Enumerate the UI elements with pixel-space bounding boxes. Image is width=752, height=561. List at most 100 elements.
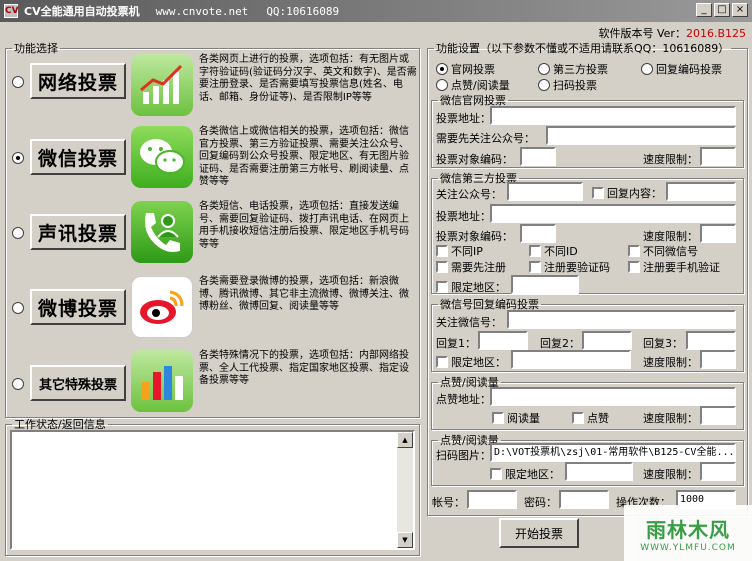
official-follow-input[interactable]: [546, 126, 736, 145]
reply-r1-input[interactable]: [478, 331, 528, 350]
like-checkbox[interactable]: [572, 412, 584, 424]
like-url-input[interactable]: [490, 387, 736, 406]
third-reply-checkbox[interactable]: [592, 187, 604, 199]
check-need-register-box[interactable]: [436, 261, 448, 273]
minimize-button[interactable]: _: [696, 3, 712, 17]
mode-scan-radio[interactable]: [538, 79, 550, 91]
official-code-label: 投票对象编码：: [436, 153, 513, 166]
check-register-phone[interactable]: 注册要手机验证: [628, 259, 720, 275]
third-region-checkbox[interactable]: [436, 281, 448, 293]
close-button[interactable]: ×: [732, 3, 748, 17]
radio-wechat[interactable]: [12, 152, 24, 164]
scroll-up-icon[interactable]: ▲: [397, 432, 413, 448]
third-reply-check[interactable]: 回复内容：: [592, 185, 662, 201]
mode-scan[interactable]: 扫码投票: [538, 77, 597, 93]
radio-weibo[interactable]: [12, 302, 24, 314]
weibo-vote-button[interactable]: 微博投票: [30, 289, 126, 325]
scan-region-checkbox[interactable]: [490, 468, 502, 480]
like-url-label: 点赞地址：: [436, 393, 491, 406]
third-reply-label: 回复内容：: [607, 187, 662, 200]
third-account-input[interactable]: [507, 182, 583, 201]
reply-r3-input[interactable]: [686, 331, 736, 350]
like-check[interactable]: 点赞: [572, 410, 609, 426]
radio-network[interactable]: [12, 76, 24, 88]
mode-third[interactable]: 第三方投票: [538, 61, 608, 77]
mode-scan-label: 扫码投票: [553, 79, 597, 92]
mode-like[interactable]: 点赞/阅读量: [436, 77, 510, 93]
sms-vote-button[interactable]: 声讯投票: [30, 214, 126, 250]
wechat-vote-desc: 各类微信上或微信相关的投票，选项包括：微信官方投票、第三方验证投票、需要关注公众…: [199, 126, 409, 187]
func-row-sms: 声讯投票 各类短信、电话投票，选项包括：直接发送编号、需要回复验证码、拨打声讯电…: [12, 201, 417, 263]
check-register-phone-label: 注册要手机验证: [643, 261, 720, 274]
check-diff-wechat-label: 不同微信号: [643, 245, 698, 258]
account-label: 帐号：: [432, 496, 465, 509]
check-diff-ip[interactable]: 不同IP: [436, 243, 483, 259]
check-register-phone-box[interactable]: [628, 261, 640, 273]
other-vote-button[interactable]: 其它特殊投票: [30, 365, 126, 401]
mode-official[interactable]: 官网投票: [436, 61, 495, 77]
check-diff-id[interactable]: 不同ID: [529, 243, 578, 259]
start-vote-button[interactable]: 开始投票: [499, 518, 579, 548]
reply-region-check[interactable]: 限定地区：: [436, 354, 506, 370]
scan-region-label: 限定地区：: [505, 468, 560, 481]
like-speed-input[interactable]: [700, 406, 736, 425]
scan-image-input[interactable]: D:\VOT投票机\zsj\01-常用软件\B125-CV全能...: [490, 443, 736, 462]
reply-follow-label: 关注微信号：: [436, 316, 502, 329]
status-textarea[interactable]: ▲ ▼: [10, 430, 415, 550]
read-label: 阅读量: [507, 412, 540, 425]
third-speed-label: 速度限制：: [643, 230, 698, 243]
mode-reply-radio[interactable]: [641, 63, 653, 75]
third-region-check[interactable]: 限定地区：: [436, 279, 506, 295]
third-region-input[interactable]: [511, 275, 579, 294]
check-need-register[interactable]: 需要先注册: [436, 259, 506, 275]
reply-region-checkbox[interactable]: [436, 356, 448, 368]
third-reply-input[interactable]: [666, 182, 736, 201]
title-site: www.cnvote.net: [155, 4, 249, 18]
third-region-label: 限定地区：: [451, 281, 506, 294]
read-checkbox[interactable]: [492, 412, 504, 424]
third-url-input[interactable]: [490, 204, 736, 223]
check-register-captcha-box[interactable]: [529, 261, 541, 273]
mode-official-radio[interactable]: [436, 63, 448, 75]
watermark-top: 雨林木风: [646, 517, 730, 542]
scan-speed-input[interactable]: [700, 462, 736, 481]
check-diff-ip-box[interactable]: [436, 245, 448, 257]
scroll-down-icon[interactable]: ▼: [397, 532, 413, 548]
func-row-wechat: 微信投票 各类微信上或微信相关的投票，选项包括：微信官方投票、第三方验证投票、需…: [12, 126, 417, 189]
check-diff-id-box[interactable]: [529, 245, 541, 257]
check-register-captcha[interactable]: 注册要验证码: [529, 259, 610, 275]
password-input[interactable]: [559, 490, 609, 509]
check-diff-wechat-box[interactable]: [628, 245, 640, 257]
official-speed-label: 速度限制：: [643, 153, 698, 166]
reply-follow-input[interactable]: [507, 310, 736, 329]
wechat-vote-button[interactable]: 微信投票: [30, 139, 126, 175]
scan-region-input[interactable]: [565, 462, 633, 481]
network-vote-button[interactable]: 网络投票: [30, 63, 126, 99]
status-scrollbar[interactable]: ▲ ▼: [397, 432, 413, 548]
reply-region-input[interactable]: [511, 350, 631, 369]
title-bar[interactable]: CV CV全能通用自动投票机 www.cnvote.net QQ:1061608…: [0, 0, 752, 22]
check-register-captcha-label: 注册要验证码: [544, 261, 610, 274]
official-code-input[interactable]: [520, 147, 556, 166]
account-input[interactable]: [467, 490, 517, 509]
official-url-input[interactable]: [490, 106, 736, 125]
mode-third-radio[interactable]: [538, 63, 550, 75]
maximize-button[interactable]: □: [714, 3, 730, 17]
watermark-bottom: WWW.YLMFU.COM: [640, 542, 736, 553]
mode-reply[interactable]: 回复编码投票: [641, 61, 722, 77]
read-check[interactable]: 阅读量: [492, 410, 540, 426]
third-speed-input[interactable]: [700, 224, 736, 243]
check-diff-wechat[interactable]: 不同微信号: [628, 243, 698, 259]
check-diff-id-label: 不同ID: [544, 245, 578, 258]
scan-region-check[interactable]: 限定地区：: [490, 466, 560, 482]
mode-like-radio[interactable]: [436, 79, 448, 91]
third-code-input[interactable]: [520, 224, 556, 243]
reply-speed-input[interactable]: [700, 350, 736, 369]
radio-sms[interactable]: [12, 227, 24, 239]
official-speed-input[interactable]: [700, 147, 736, 166]
app-icon: CV: [4, 4, 19, 18]
reply-r2-input[interactable]: [582, 331, 632, 350]
radio-other[interactable]: [12, 378, 24, 390]
func-row-other: 其它特殊投票 各类特殊情况下的投票，选项包括：内部网络投票、全人工代投票、指定国…: [12, 350, 417, 412]
mode-like-label: 点赞/阅读量: [451, 79, 510, 92]
